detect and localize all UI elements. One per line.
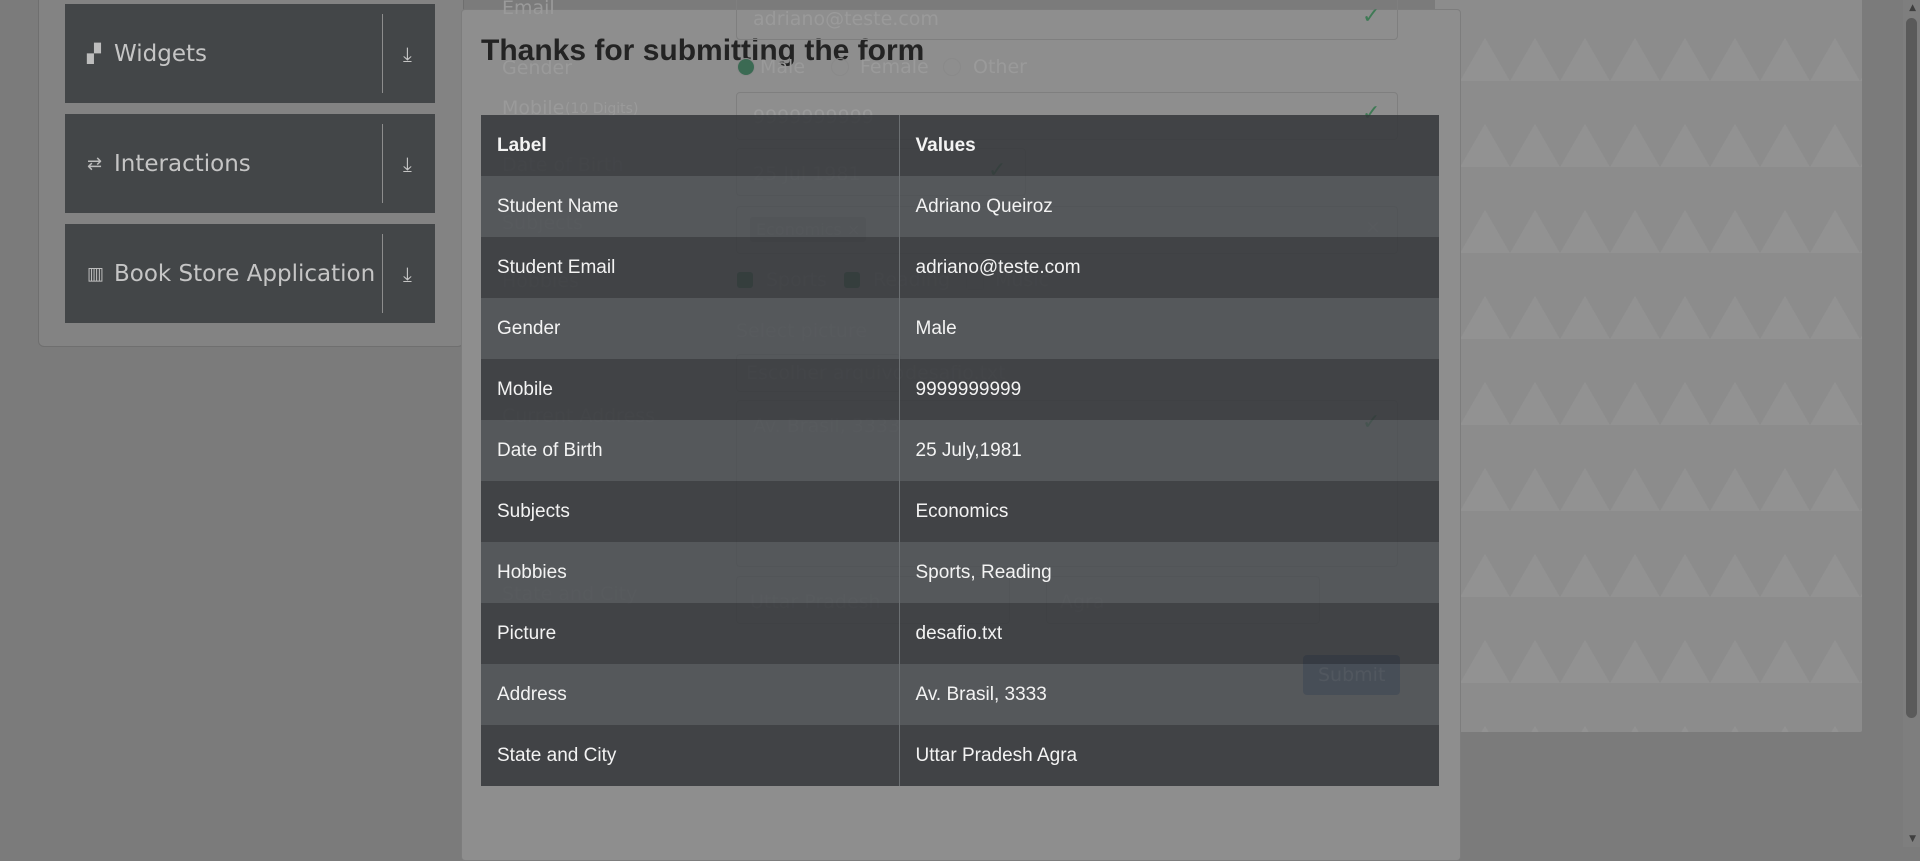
widgets-icon: ▞	[87, 43, 101, 64]
row-value: Economics	[915, 500, 1009, 522]
sidebar-group-widgets[interactable]: ▞ Widgets ⤓	[65, 4, 435, 103]
row-label: State and City	[481, 725, 900, 786]
download-arrow-icon[interactable]: ⤓	[403, 42, 412, 66]
sidebar-group-interactions[interactable]: ⇄ Interactions ⤓	[65, 114, 435, 213]
gender-radio-female[interactable]	[831, 58, 849, 76]
row-value: desafio.txt	[915, 622, 1003, 644]
row-value: Adriano Queiroz	[915, 195, 1053, 217]
row-label: Subjects	[481, 481, 900, 542]
download-arrow-icon[interactable]: ⤓	[403, 262, 412, 286]
email-label: Email	[502, 0, 555, 19]
row-label: Student Name	[481, 176, 900, 237]
table-row: Hobbies Sports, Reading	[481, 542, 1439, 603]
scroll-down-icon[interactable]: ▼	[1909, 834, 1916, 844]
table-row: Date of Birth 25 July,1981	[481, 420, 1439, 481]
email-value: adriano@teste.com	[753, 8, 939, 30]
interactions-icon: ⇄	[87, 153, 103, 174]
ad-panel	[1435, 0, 1862, 732]
sidebar-group-label: Book Store Application	[114, 260, 376, 287]
column-header-label: Label	[481, 115, 900, 176]
row-label: Address	[481, 664, 900, 725]
row-value: adriano@teste.com	[915, 256, 1081, 278]
sidebar-group-book-store[interactable]: ▥ Book Store Application ⤓	[65, 224, 435, 323]
sidebar-group-label: Interactions	[114, 150, 251, 177]
row-value: Male	[915, 317, 957, 339]
table-row: Student Email adriano@teste.com	[481, 237, 1439, 298]
row-value: Uttar Pradesh Agra	[915, 744, 1078, 766]
book-store-icon: ▥	[87, 263, 105, 284]
table-header-row: Label Values	[481, 115, 1439, 176]
page-scrollbar[interactable]: ▲ ▼	[1903, 0, 1920, 847]
gender-radio-other[interactable]	[943, 58, 961, 76]
gender-option: Other	[973, 56, 1027, 78]
row-label: Hobbies	[481, 542, 900, 603]
table-row: Mobile 9999999999	[481, 359, 1439, 420]
gender-radio-male[interactable]	[737, 58, 755, 76]
row-value: 25 July,1981	[915, 439, 1022, 461]
row-value: Av. Brasil, 3333	[915, 683, 1047, 705]
table-row: Subjects Economics	[481, 481, 1439, 542]
row-label: Gender	[481, 298, 900, 359]
valid-check-icon: ✓	[1362, 4, 1381, 29]
table-row: Gender Male	[481, 298, 1439, 359]
row-label: Date of Birth	[481, 420, 900, 481]
table-row: Picture desafio.txt	[481, 603, 1439, 664]
column-header-values: Values	[915, 134, 976, 156]
row-label: Mobile	[481, 359, 900, 420]
download-arrow-icon[interactable]: ⤓	[403, 152, 412, 176]
row-label: Picture	[481, 603, 900, 664]
row-value: 9999999999	[915, 378, 1022, 400]
table-row: Student Name Adriano Queiroz	[481, 176, 1439, 237]
divider	[382, 124, 383, 203]
gender-option: Male	[760, 56, 806, 78]
scrollbar-thumb[interactable]	[1906, 18, 1917, 718]
sidebar-group-label: Widgets	[114, 40, 207, 67]
table-row: Address Av. Brasil, 3333	[481, 664, 1439, 725]
table-row: State and City Uttar Pradesh Agra	[481, 725, 1439, 786]
gender-option: Female	[860, 56, 929, 78]
row-value: Sports, Reading	[915, 561, 1052, 583]
row-label: Student Email	[481, 237, 900, 298]
submission-results-table: Label Values Student Name Adriano Queiro…	[481, 115, 1439, 786]
gender-label: Gender	[502, 57, 573, 79]
scroll-up-icon[interactable]: ▲	[1909, 3, 1916, 13]
divider	[382, 14, 383, 93]
divider	[382, 234, 383, 313]
